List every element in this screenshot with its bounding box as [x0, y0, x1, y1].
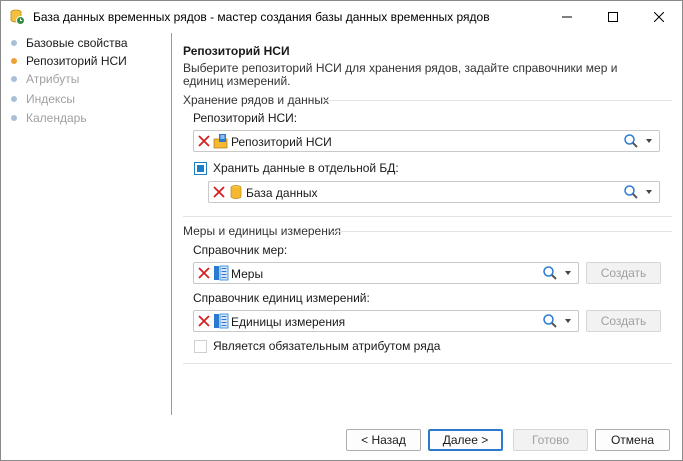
step-dot-icon — [11, 58, 17, 64]
step-basic-properties[interactable]: Базовые свойства — [11, 35, 128, 51]
cancel-button[interactable]: Отмена — [595, 429, 670, 451]
chevron-down-icon[interactable] — [646, 190, 652, 194]
search-icon[interactable] — [542, 265, 558, 281]
close-button[interactable] — [636, 1, 682, 32]
database-icon — [228, 184, 244, 200]
search-icon[interactable] — [623, 184, 639, 200]
chevron-down-icon[interactable] — [565, 319, 571, 323]
required-attr-label: Является обязательным атрибутом ряда — [213, 339, 441, 353]
group-divider — [324, 100, 672, 101]
minimize-button[interactable] — [544, 1, 590, 32]
create-units-button[interactable]: Создать — [586, 310, 661, 332]
step-calendar: Календарь — [11, 110, 87, 126]
required-attr-checkbox[interactable] — [194, 340, 207, 353]
clear-icon[interactable] — [197, 134, 211, 148]
maximize-button[interactable] — [590, 1, 636, 32]
measures-label: Справочник мер: — [193, 243, 288, 257]
clear-icon[interactable] — [212, 185, 226, 199]
measures-value: Меры — [231, 267, 264, 281]
repository-value: Репозиторий НСИ — [231, 135, 332, 149]
window-title: База данных временных рядов - мастер соз… — [33, 10, 490, 24]
wizard-window: База данных временных рядов - мастер соз… — [0, 0, 683, 461]
storage-group-label: Хранение рядов и данных — [183, 93, 330, 107]
page-description: Выберите репозиторий НСИ для хранения ря… — [183, 61, 618, 88]
repository-icon — [213, 133, 229, 149]
chevron-down-icon[interactable] — [646, 139, 652, 143]
measures-combo[interactable]: Меры — [193, 262, 579, 284]
step-dot-icon — [11, 76, 17, 82]
close-icon — [654, 11, 664, 22]
minimize-icon — [562, 16, 572, 17]
measures-group-label: Меры и единицы измерения — [183, 224, 342, 238]
units-value: Единицы измерения — [231, 315, 346, 329]
clear-icon[interactable] — [197, 266, 211, 280]
next-button[interactable]: Далее > — [428, 429, 503, 451]
step-repository[interactable]: Репозиторий НСИ — [11, 53, 127, 69]
step-label: Календарь — [26, 111, 87, 125]
units-label: Справочник единиц измерений: — [193, 291, 370, 305]
chevron-down-icon[interactable] — [565, 271, 571, 275]
back-button[interactable]: < Назад — [346, 429, 421, 451]
step-indexes: Индексы — [11, 91, 75, 107]
step-label: Индексы — [26, 92, 75, 106]
dictionary-icon — [213, 313, 229, 329]
group-divider — [183, 363, 672, 364]
step-dot-icon — [11, 115, 17, 121]
repository-label: Репозиторий НСИ: — [193, 111, 298, 125]
dictionary-icon — [213, 265, 229, 281]
step-label: Репозиторий НСИ — [26, 54, 127, 68]
separate-db-label: Хранить данные в отдельной БД: — [213, 161, 399, 175]
title-bar: База данных временных рядов - мастер соз… — [1, 1, 682, 33]
create-measures-button[interactable]: Создать — [586, 262, 661, 284]
clear-icon[interactable] — [197, 314, 211, 328]
database-combo[interactable]: База данных — [208, 181, 660, 203]
search-icon[interactable] — [542, 313, 558, 329]
finish-button[interactable]: Готово — [513, 429, 588, 451]
maximize-icon — [608, 11, 618, 22]
step-attributes: Атрибуты — [11, 71, 79, 87]
repository-combo[interactable]: Репозиторий НСИ — [193, 130, 660, 152]
step-dot-icon — [11, 96, 17, 102]
wizard-page: Репозиторий НСИ Выберите репозиторий НСИ… — [172, 33, 682, 415]
group-divider — [183, 216, 672, 217]
group-divider — [332, 231, 672, 232]
step-dot-icon — [11, 40, 17, 46]
database-value: База данных — [246, 186, 318, 200]
page-title: Репозиторий НСИ — [183, 44, 290, 58]
wizard-steps: Базовые свойства Репозиторий НСИ Атрибут… — [1, 33, 171, 415]
database-clock-icon — [9, 9, 25, 25]
separate-db-checkbox[interactable] — [194, 162, 207, 175]
units-combo[interactable]: Единицы измерения — [193, 310, 579, 332]
step-label: Базовые свойства — [26, 36, 128, 50]
step-label: Атрибуты — [26, 72, 80, 86]
search-icon[interactable] — [623, 133, 639, 149]
